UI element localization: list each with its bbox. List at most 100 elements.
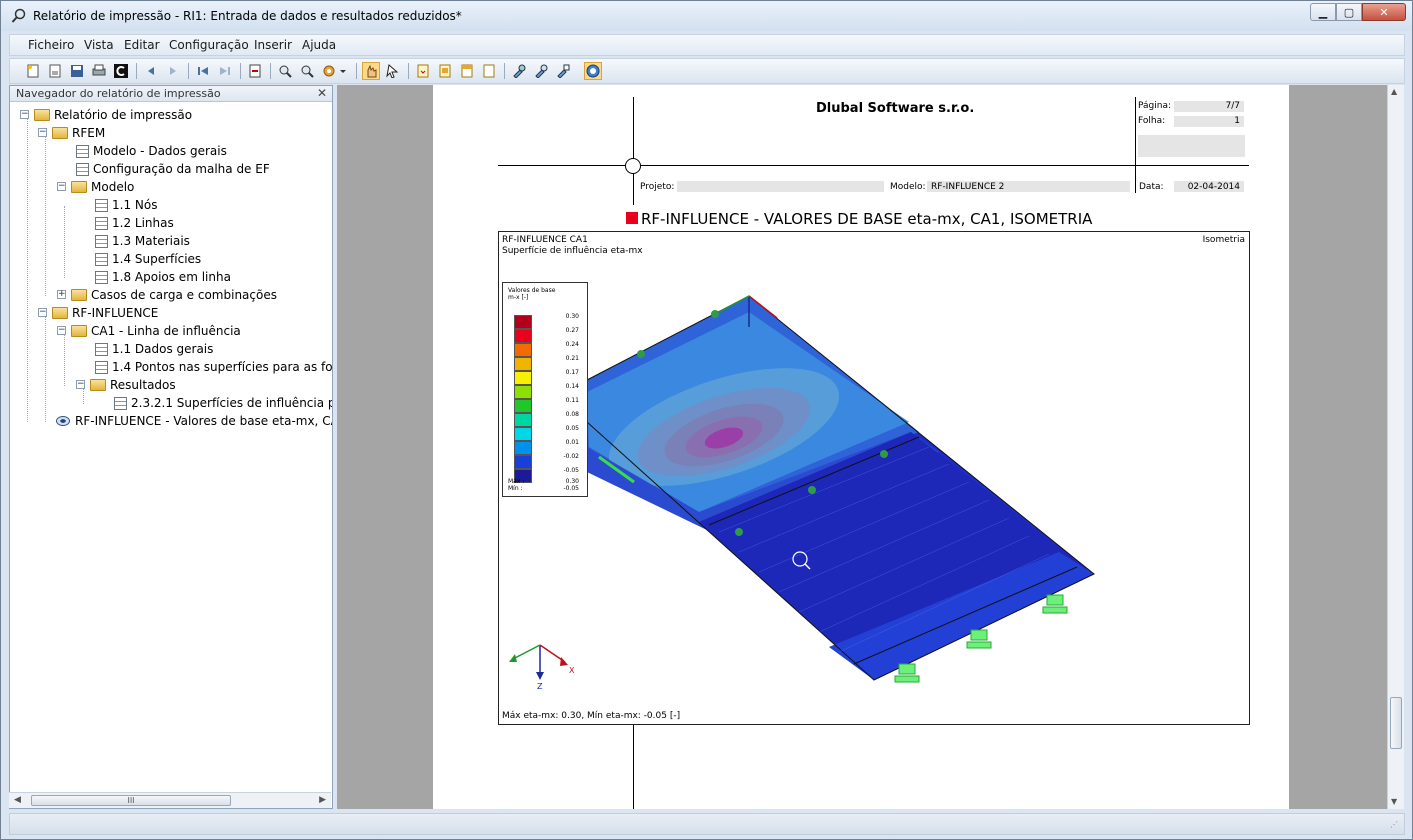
table-icon (95, 342, 108, 356)
data-label: Data: (1139, 182, 1164, 192)
vertical-scroll-thumb[interactable] (1390, 697, 1402, 749)
report-viewer: Dlubal Software s.r.o. Página: 7/7 Folha… (337, 85, 1387, 809)
page-icon[interactable] (436, 62, 454, 80)
section-marker-icon (626, 212, 638, 224)
tree-node-rf-influence[interactable]: − RF-INFLUENCE (38, 304, 158, 322)
settings-dropdown-icon[interactable] (338, 62, 348, 80)
table-icon (95, 252, 108, 266)
legend-swatch (514, 371, 532, 385)
tree-node-dados-gerais[interactable]: 1.1 Dados gerais (95, 340, 213, 358)
tree-node-resultados[interactable]: − Resultados (76, 376, 176, 394)
tool-a-icon[interactable] (510, 62, 528, 80)
page-layout-icon[interactable] (458, 62, 476, 80)
tool-b-icon[interactable] (532, 62, 550, 80)
hand-tool-icon[interactable] (362, 62, 380, 80)
print-icon[interactable] (90, 62, 108, 80)
tree-node-pontos-superficies[interactable]: 1.4 Pontos nas superfícies para as força… (95, 358, 332, 376)
folder-icon (90, 379, 106, 391)
navigator-title: Navegador do relatório de impressão (16, 87, 221, 100)
tree-node-nos[interactable]: 1.1 Nós (95, 196, 157, 214)
open-icon[interactable] (46, 62, 64, 80)
help-icon[interactable] (584, 62, 602, 80)
menu-vista[interactable]: Vista (84, 38, 114, 52)
scroll-thumb[interactable]: III (31, 795, 231, 806)
menu-ficheiro[interactable]: Ficheiro (28, 38, 74, 52)
legend-swatch (514, 399, 532, 413)
menu-inserir[interactable]: Inserir (254, 38, 292, 52)
tree-node-superficies[interactable]: 1.4 Superfícies (95, 250, 201, 268)
folha-label: Folha: (1138, 116, 1166, 126)
tree-node-linhas[interactable]: 1.2 Linhas (95, 214, 174, 232)
legend-swatch (514, 315, 532, 329)
select-tool-icon[interactable] (384, 62, 402, 80)
legend-value: 0.14 (565, 383, 579, 390)
report-navigator-panel: Navegador do relatório de impressão ✕ − R… (9, 85, 333, 809)
settings-icon[interactable] (320, 62, 338, 80)
tree-node-valores-base[interactable]: RF-INFLUENCE - Valores de base eta-mx, C… (56, 412, 332, 430)
legend-swatch (514, 357, 532, 371)
legend-min-label: Mín : (508, 485, 523, 492)
table-icon (95, 270, 108, 284)
first-page-icon[interactable] (194, 62, 212, 80)
maximize-button[interactable]: ▢ (1336, 3, 1362, 21)
legend-value: -0.02 (563, 453, 579, 460)
modelo-value: RF-INFLUENCE 2 (931, 182, 1005, 192)
scroll-right-icon[interactable]: ▶ (319, 795, 326, 805)
tree-node-modelo[interactable]: − Modelo (57, 178, 134, 196)
folha-value: 1 (1234, 116, 1240, 126)
tree-node-casos-carga[interactable]: + Casos de carga e combinações (57, 286, 277, 304)
navigator-tree: − Relatório de impressão − RFEM Modelo - D… (10, 104, 332, 794)
navigator-horizontal-scrollbar[interactable]: ◀ III ▶ (9, 792, 331, 808)
window-title: Relatório de impressão - RI1: Entrada de… (33, 9, 462, 23)
title-bar: Relatório de impressão - RI1: Entrada de… (1, 1, 1412, 31)
close-button[interactable]: ✕ (1362, 3, 1406, 21)
tree-node-superficies-influencia[interactable]: 2.3.2.1 Superfícies de influência para a (114, 394, 332, 412)
new-icon[interactable] (24, 62, 42, 80)
table-icon (95, 198, 108, 212)
tool-c-icon[interactable] (554, 62, 572, 80)
scroll-left-icon[interactable]: ◀ (14, 795, 21, 805)
table-icon (76, 144, 89, 158)
scroll-down-icon[interactable]: ▼ (1391, 797, 1397, 806)
app-window: Relatório de impressão - RI1: Entrada de… (0, 0, 1413, 840)
last-page-icon[interactable] (216, 62, 234, 80)
color-legend: Valores de base m-x [-] 0.30 0.27 0.24 0.21… (502, 282, 588, 497)
legend-min-value: -0.05 (563, 485, 579, 492)
menu-ajuda[interactable]: Ajuda (302, 38, 336, 52)
legend-unit: m-x [-] (508, 294, 529, 301)
goto-page-icon[interactable] (246, 62, 264, 80)
viewer-vertical-scrollbar[interactable]: ▲ ▼ (1387, 85, 1404, 809)
tree-node-apoios-linha[interactable]: 1.8 Apoios em linha (95, 268, 231, 286)
menu-configuracao[interactable]: Configuração (169, 38, 249, 52)
menu-bar: Ficheiro Vista Editar Configuração Inser… (9, 34, 1405, 56)
navigator-close-icon[interactable]: ✕ (317, 86, 327, 100)
save-icon[interactable] (68, 62, 86, 80)
tree-node-modelo-dados-gerais[interactable]: Modelo - Dados gerais (76, 142, 227, 160)
insert-page-icon[interactable] (414, 62, 432, 80)
tree-node-materiais[interactable]: 1.3 Materiais (95, 232, 190, 250)
legend-value: -0.05 (563, 467, 579, 474)
previous-page-icon[interactable] (142, 62, 160, 80)
folder-icon (52, 307, 68, 319)
legend-value: 0.08 (565, 411, 579, 418)
company-name: Dlubal Software s.r.o. (816, 101, 975, 116)
report-page: Dlubal Software s.r.o. Página: 7/7 Folha… (433, 85, 1289, 809)
legend-swatch (514, 385, 532, 399)
toolbar (9, 58, 1405, 84)
tree-node-config-malha[interactable]: Configuração da malha de EF (76, 160, 270, 178)
blank-page-icon[interactable] (480, 62, 498, 80)
minimize-button[interactable]: ▁ (1310, 3, 1336, 21)
tree-node-rfem[interactable]: − RFEM (38, 124, 105, 142)
zoom-out-icon[interactable] (298, 62, 316, 80)
tree-node-report[interactable]: − Relatório de impressão (20, 106, 192, 124)
refresh-icon[interactable] (112, 62, 130, 80)
scroll-up-icon[interactable]: ▲ (1391, 87, 1397, 96)
tree-node-ca1[interactable]: − CA1 - Linha de influência (57, 322, 241, 340)
legend-value: 0.11 (565, 397, 579, 404)
legend-value: 0.24 (565, 341, 579, 348)
legend-swatch (514, 343, 532, 357)
menu-editar[interactable]: Editar (124, 38, 160, 52)
zoom-in-icon[interactable] (276, 62, 294, 80)
next-page-icon[interactable] (164, 62, 182, 80)
resize-grip-icon[interactable]: ⋰ (1390, 820, 1398, 829)
